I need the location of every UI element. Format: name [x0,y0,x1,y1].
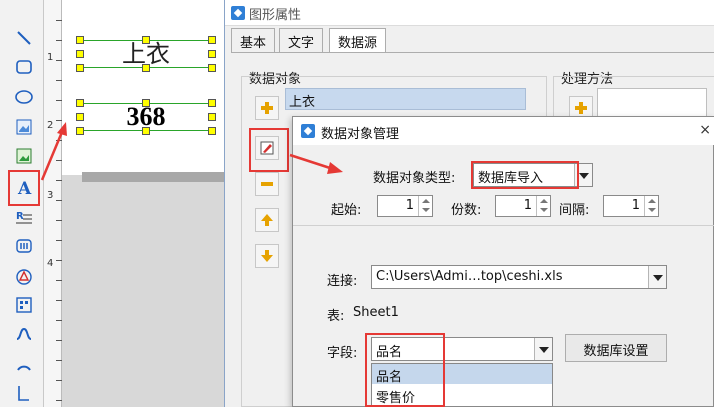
copies-label: 份数: [451,203,482,218]
ruler-label: 4 [47,258,54,269]
resize-handle[interactable] [208,36,216,44]
chevron-down-icon[interactable] [648,266,666,288]
resize-handle[interactable] [76,113,84,121]
ruler-label: 1 [47,52,54,63]
data-object-list-item[interactable]: 上衣 [285,88,526,110]
arrow-down-icon [261,250,273,262]
arrow-up-icon [261,214,273,226]
resize-handle[interactable] [208,113,216,121]
tab-data-source[interactable]: 数据源 [329,28,387,53]
resize-handle[interactable] [76,36,84,44]
barcode-icon[interactable] [12,234,36,258]
spinner-arrows-icon[interactable] [644,196,658,216]
rich-text-icon[interactable]: R [12,205,36,229]
remove-object-button[interactable] [255,172,279,196]
copies-value: 1 [523,198,532,213]
move-up-button[interactable] [255,208,279,232]
field-label: 字段: [327,346,358,361]
table-value: Sheet1 [353,305,399,320]
dialog-title-bar: 数据对象管理 × [293,117,714,145]
connection-value: C:\Users\Admi…top\ceshi.xls [376,269,563,284]
label-canvas[interactable] [62,0,232,175]
copies-stepper[interactable]: 1 [495,195,551,217]
move-down-button[interactable] [255,244,279,268]
ellipse-icon[interactable] [12,85,36,109]
canvas-background [62,175,232,407]
plus-icon [261,102,273,114]
resize-handle[interactable] [142,36,150,44]
start-stepper[interactable]: 1 [377,195,433,217]
app-icon [231,6,245,20]
start-value: 1 [405,198,414,213]
resize-handle[interactable] [142,64,150,72]
window-title: 图形属性 [249,8,302,23]
connection-select[interactable]: C:\Users\Admi…top\ceshi.xls [371,265,667,289]
database-settings-button[interactable]: 数据库设置 [565,334,667,362]
data-object-manager-dialog: 数据对象管理 × 数据对象类型: 数据库导入 起始: 1 份数: 1 间隔: 1… [292,116,714,407]
rounded-rect-icon[interactable] [12,55,36,79]
spinner-arrows-icon[interactable] [418,196,432,216]
resize-handle[interactable] [208,50,216,58]
polygon-icon[interactable] [12,264,36,288]
tab-basic[interactable]: 基本 [231,28,276,52]
tab-label: 文字 [288,36,315,51]
canvas-edge [82,172,232,182]
list-item-label: 上衣 [289,95,316,110]
svg-text:R: R [16,211,24,222]
minus-icon [261,182,273,186]
resize-handle[interactable] [76,50,84,58]
object-type-highlight [471,161,579,189]
ruler-label: 3 [47,190,54,201]
close-icon[interactable]: × [699,122,711,138]
button-label: 数据库设置 [583,344,649,359]
app-icon [301,124,315,138]
connect-label: 连接: [327,274,358,289]
properties-title-bar: 图形属性 [225,0,714,26]
arc-icon[interactable] [12,352,36,376]
picture-icon[interactable] [12,144,36,168]
resize-handle[interactable] [76,99,84,107]
ruler-label: 2 [47,120,54,131]
spinner-arrows-icon[interactable] [536,196,550,216]
field-highlight [365,333,445,407]
text-tool-highlight [8,170,40,206]
resize-handle[interactable] [142,99,150,107]
image-icon[interactable] [12,115,36,139]
divider [293,225,714,226]
interval-stepper[interactable]: 1 [603,195,659,217]
resize-handle[interactable] [76,64,84,72]
drawing-toolbar: A R [0,0,44,407]
tab-text[interactable]: 文字 [279,28,324,52]
edit-button-highlight [249,128,289,172]
plus-icon [575,102,587,114]
curve-icon[interactable] [12,322,36,346]
resize-handle[interactable] [208,127,216,135]
interval-value: 1 [631,198,640,213]
chevron-down-icon[interactable] [534,338,552,360]
table-label: 表: [327,309,345,324]
resize-handle[interactable] [142,127,150,135]
object-type-label: 数据对象类型: [373,171,456,186]
add-object-button[interactable] [255,96,279,120]
line-tool-icon[interactable] [12,26,36,50]
resize-handle[interactable] [208,64,216,72]
dialog-title: 数据对象管理 [321,127,400,142]
resize-handle[interactable] [76,127,84,135]
tab-label: 基本 [240,36,267,51]
tab-label: 数据源 [338,36,378,51]
start-label: 起始: [331,203,362,218]
qrcode-icon[interactable] [12,293,36,317]
resize-handle[interactable] [208,99,216,107]
interval-label: 间隔: [559,203,590,218]
shape-icon[interactable] [12,381,36,405]
vertical-ruler: 1 2 3 4 [44,0,62,407]
